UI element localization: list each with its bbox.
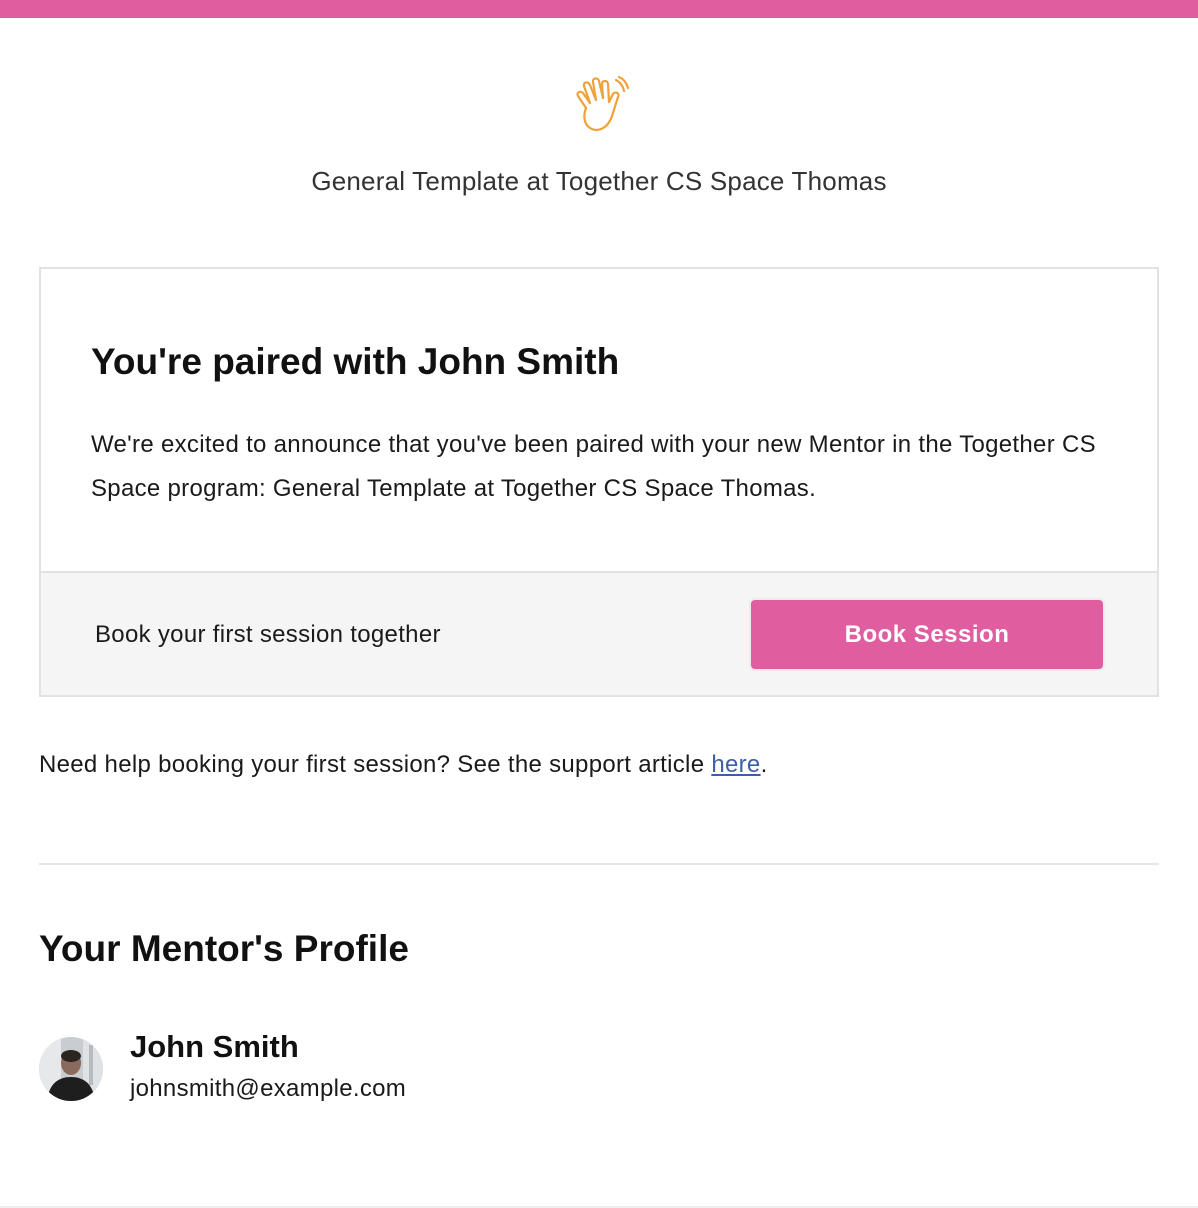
pairing-card: You're paired with John Smith We're exci… — [39, 267, 1159, 697]
book-prompt: Book your first session together — [95, 621, 441, 648]
avatar-photo-icon — [39, 1037, 103, 1101]
pairing-heading: You're paired with John Smith — [91, 341, 620, 382]
pairing-message: We're excited to announce that you've be… — [91, 431, 1096, 502]
card-footer: Book your first session together Book Se… — [41, 571, 1157, 695]
help-prefix: Need help booking your first session? Se… — [39, 751, 712, 778]
program-title: General Template at Together CS Space Th… — [311, 166, 887, 196]
mentor-name: John Smith — [130, 1029, 299, 1064]
top-accent-bar — [0, 0, 1198, 18]
help-suffix: . — [760, 751, 768, 778]
mentor-email: johnsmith@example.com — [130, 1075, 407, 1102]
support-article-link[interactable]: here — [711, 751, 760, 778]
book-session-button[interactable]: Book Session — [749, 598, 1105, 671]
help-text: Need help booking your first session? Se… — [39, 751, 768, 779]
section-divider — [39, 863, 1159, 865]
profile-heading: Your Mentor's Profile — [39, 928, 409, 969]
waving-hand-icon — [576, 75, 630, 132]
avatar — [39, 1037, 103, 1101]
